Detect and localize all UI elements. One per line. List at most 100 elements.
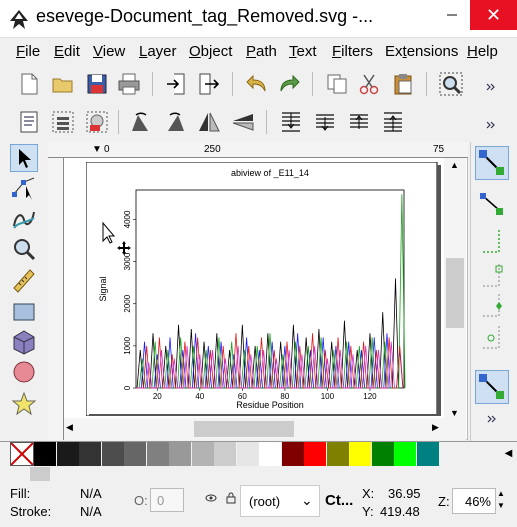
color-swatch[interactable]	[236, 442, 259, 466]
ellipse-tool-icon[interactable]	[10, 358, 38, 386]
copy-icon[interactable]	[324, 71, 350, 97]
zoom-input[interactable]: 46%	[452, 488, 496, 514]
menu-bar: File Edit View Layer Object Path Text Fi…	[0, 39, 517, 65]
color-swatch[interactable]	[214, 442, 236, 466]
menu-extensions[interactable]: Extensions	[385, 43, 458, 60]
menu-filters[interactable]: Filters	[332, 43, 373, 60]
color-swatch[interactable]	[349, 442, 371, 466]
open-folder-icon[interactable]	[50, 71, 76, 97]
export-icon[interactable]	[196, 71, 222, 97]
x-tick-label: 40	[195, 392, 204, 401]
3d-box-tool-icon[interactable]	[10, 328, 38, 356]
y-axis-label: Signal	[98, 276, 108, 301]
color-swatch[interactable]	[34, 442, 56, 466]
undo-icon[interactable]	[244, 71, 270, 97]
color-swatch[interactable]	[259, 442, 281, 466]
save-icon[interactable]	[84, 71, 110, 97]
rotate-ccw-icon[interactable]	[128, 109, 154, 135]
fill-value: N/A	[80, 486, 102, 501]
color-swatch[interactable]	[124, 442, 146, 466]
menu-layer[interactable]: Layer	[139, 43, 177, 60]
menu-edit[interactable]: Edit	[54, 43, 80, 60]
scroll-left-icon[interactable]: ◀	[66, 422, 73, 433]
scroll-down-icon[interactable]: ▼	[450, 408, 459, 418]
raise-to-top-icon[interactable]	[380, 109, 406, 135]
toolbar-overflow-icon[interactable]	[485, 412, 499, 426]
document-page[interactable]: abiview of _E11_14 Residue Position Signal…	[86, 162, 442, 416]
menu-layer-label: Layer	[139, 43, 177, 60]
snap-bbox-corner-icon[interactable]	[477, 262, 507, 290]
y-tick-label: 0	[123, 385, 132, 390]
color-swatch[interactable]	[281, 442, 304, 466]
horizontal-scroll-thumb[interactable]	[194, 421, 294, 437]
color-swatch[interactable]	[304, 442, 326, 466]
snap-nodes-icon[interactable]	[475, 370, 509, 404]
scroll-right-icon[interactable]: ▶	[432, 422, 439, 433]
lower-icon[interactable]	[312, 109, 338, 135]
snap-toolbar	[470, 142, 515, 442]
color-swatch[interactable]	[416, 442, 439, 466]
horizontal-scrollbar[interactable]: ◀ ▶	[64, 418, 444, 440]
node-tool-icon[interactable]	[10, 174, 38, 202]
selector-tool-icon[interactable]	[10, 144, 38, 172]
redo-icon[interactable]	[276, 71, 302, 97]
y-label: Y:	[362, 504, 374, 519]
toolbar-overflow-icon[interactable]	[484, 118, 498, 132]
color-swatch[interactable]	[56, 442, 79, 466]
no-paint-swatch-icon[interactable]	[10, 442, 34, 466]
toolbar-separator	[118, 110, 119, 134]
vertical-scroll-thumb[interactable]	[446, 258, 464, 328]
menu-path[interactable]: Path	[246, 43, 277, 60]
rectangle-tool-icon[interactable]	[10, 298, 38, 326]
layers-icon[interactable]	[50, 109, 76, 135]
zoom-stepper[interactable]: ▲ ▼	[497, 488, 511, 514]
lock-icon[interactable]	[225, 492, 237, 507]
mouse-pointer-icon	[102, 222, 116, 244]
minimize-button[interactable]	[434, 0, 470, 30]
import-icon[interactable]	[164, 71, 190, 97]
vertical-scrollbar[interactable]: ▲ ▼	[444, 158, 466, 440]
color-swatch[interactable]	[79, 442, 101, 466]
color-swatch[interactable]	[146, 442, 169, 466]
snap-bbox-midpoint-icon[interactable]	[477, 292, 507, 320]
color-swatch[interactable]	[169, 442, 191, 466]
menu-text[interactable]: Text	[289, 43, 317, 60]
snap-bbox-edge-icon[interactable]	[477, 228, 507, 256]
paste-icon[interactable]	[390, 71, 416, 97]
zoom-selection-icon[interactable]	[438, 71, 464, 97]
rotate-cw-icon[interactable]	[162, 109, 188, 135]
new-document-icon[interactable]	[16, 71, 42, 97]
raise-icon[interactable]	[346, 109, 372, 135]
cut-icon[interactable]	[356, 71, 382, 97]
close-button[interactable]: ✕	[470, 0, 517, 30]
toolbar-overflow-icon[interactable]	[484, 80, 498, 94]
palette-scrollbar[interactable]	[30, 467, 50, 481]
menu-help[interactable]: Help	[467, 43, 498, 60]
flip-horizontal-icon[interactable]	[196, 109, 222, 135]
document-properties-icon[interactable]	[16, 109, 42, 135]
eye-icon[interactable]	[205, 492, 217, 507]
snap-toggle-icon[interactable]	[475, 146, 509, 180]
color-swatch[interactable]	[101, 442, 124, 466]
color-swatch[interactable]	[394, 442, 416, 466]
zoom-tool-icon[interactable]	[10, 236, 38, 264]
snap-bbox-icon[interactable]	[477, 190, 507, 218]
select-in-all-layers-icon[interactable]	[84, 109, 110, 135]
snap-bbox-center-icon[interactable]	[477, 324, 507, 352]
layer-dropdown[interactable]: (root) ⌄	[240, 485, 320, 517]
menu-view[interactable]: View	[93, 43, 125, 60]
print-icon[interactable]	[116, 71, 142, 97]
menu-file[interactable]: File	[16, 43, 40, 60]
palette-menu-icon[interactable]: ◀	[500, 442, 517, 466]
lower-to-bottom-icon[interactable]	[278, 109, 304, 135]
color-swatch[interactable]	[371, 442, 394, 466]
star-tool-icon[interactable]	[10, 390, 38, 418]
scroll-up-icon[interactable]: ▲	[450, 160, 459, 170]
opacity-input[interactable]: 0	[150, 488, 184, 512]
color-swatch[interactable]	[191, 442, 214, 466]
tweak-tool-icon[interactable]	[10, 204, 38, 232]
menu-object[interactable]: Object	[189, 43, 232, 60]
color-swatch[interactable]	[326, 442, 349, 466]
flip-vertical-icon[interactable]	[230, 109, 256, 135]
measure-tool-icon[interactable]	[10, 266, 38, 294]
